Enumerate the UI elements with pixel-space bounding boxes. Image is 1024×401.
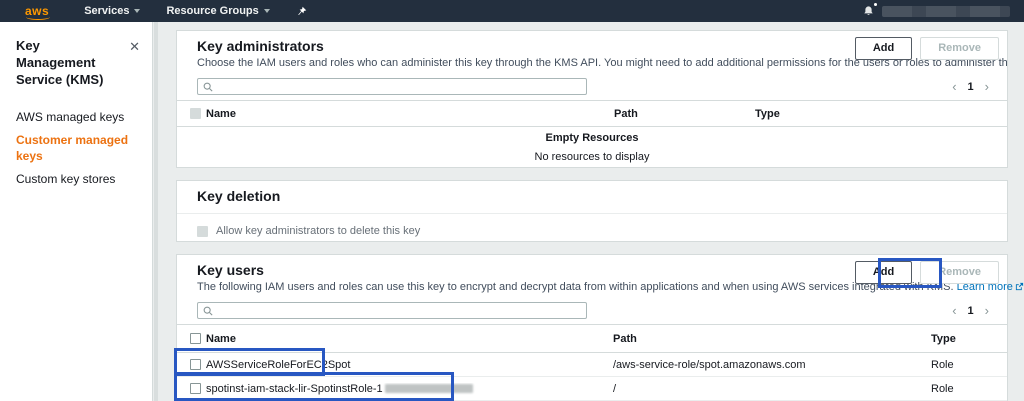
main-content: Add Remove Key administrators Choose the… xyxy=(154,22,1024,401)
column-name[interactable]: Name xyxy=(206,333,613,345)
aws-logo[interactable]: aws xyxy=(25,5,49,17)
row-name-text: spotinst-iam-stack-lir-SpotinstRole-1 xyxy=(206,383,383,395)
page-number[interactable]: 1 xyxy=(968,81,974,93)
external-link-icon xyxy=(1015,281,1024,295)
sidebar-title: Key Management Service (KMS) xyxy=(0,22,152,89)
row-path: /aws-service-role/spot.amazonaws.com xyxy=(613,359,931,371)
row-checkbox[interactable] xyxy=(190,359,201,370)
table-header: Name Path Type xyxy=(177,325,1007,353)
bell-icon[interactable] xyxy=(863,5,874,17)
page-next-icon[interactable]: › xyxy=(985,80,989,93)
chevron-down-icon xyxy=(264,9,270,13)
remove-button: Remove xyxy=(920,37,999,60)
description-text: The following IAM users and roles can us… xyxy=(197,281,954,293)
table-row[interactable]: spotinst-iam-stack-lir-SpotinstRole-1 / … xyxy=(177,377,1007,401)
notification-dot xyxy=(874,3,877,6)
sidebar-item-aws-managed-keys[interactable]: AWS managed keys xyxy=(0,106,152,130)
sidebar: Key Management Service (KMS) ✕ AWS manag… xyxy=(0,22,153,401)
row-checkbox[interactable] xyxy=(190,383,201,394)
empty-state: Empty Resources No resources to display xyxy=(177,127,1007,163)
key-deletion-panel: Key deletion Allow key administrators to… xyxy=(176,180,1008,242)
column-path[interactable]: Path xyxy=(614,108,755,120)
close-icon[interactable]: ✕ xyxy=(129,40,140,53)
add-button[interactable]: Add xyxy=(855,37,912,60)
pagination: ‹ 1 › xyxy=(952,80,989,93)
row-name: AWSServiceRoleForEC2Spot xyxy=(206,359,613,371)
key-administrators-table: Name Path Type Empty Resources No resour… xyxy=(177,100,1007,163)
select-all-checkbox[interactable] xyxy=(190,108,201,119)
page-number[interactable]: 1 xyxy=(968,305,974,317)
row-name: spotinst-iam-stack-lir-SpotinstRole-1 xyxy=(206,383,613,395)
search-input[interactable] xyxy=(217,80,581,93)
table-row[interactable]: AWSServiceRoleForEC2Spot /aws-service-ro… xyxy=(177,353,1007,377)
table-header: Name Path Type xyxy=(177,101,1007,127)
row-type: Role xyxy=(931,359,1007,371)
pushpin-icon[interactable] xyxy=(296,6,307,17)
sidebar-nav: AWS managed keys Customer managed keys C… xyxy=(0,106,152,192)
sidebar-item-customer-managed-keys[interactable]: Customer managed keys xyxy=(0,129,152,168)
top-navigation-bar: aws Services Resource Groups xyxy=(0,0,1024,22)
page-prev-icon[interactable]: ‹ xyxy=(952,80,956,93)
nav-services[interactable]: Services xyxy=(84,5,140,17)
empty-subtitle: No resources to display xyxy=(177,151,1007,163)
allow-delete-label: Allow key administrators to delete this … xyxy=(216,225,420,237)
scrollbar[interactable] xyxy=(154,22,158,401)
select-all-checkbox[interactable] xyxy=(190,333,201,344)
nav-services-label: Services xyxy=(84,5,129,17)
redacted-text xyxy=(385,384,473,393)
search-input[interactable] xyxy=(217,304,581,317)
page-next-icon[interactable]: › xyxy=(985,304,989,317)
row-path: / xyxy=(613,383,931,395)
remove-button: Remove xyxy=(920,261,999,284)
nav-right-group xyxy=(863,5,1010,17)
column-name[interactable]: Name xyxy=(206,108,614,120)
add-button[interactable]: Add xyxy=(855,261,912,284)
allow-delete-checkbox[interactable] xyxy=(197,226,208,237)
page-prev-icon[interactable]: ‹ xyxy=(952,304,956,317)
chevron-down-icon xyxy=(134,9,140,13)
search-icon xyxy=(203,306,213,316)
search-box xyxy=(197,78,587,95)
nav-resource-groups[interactable]: Resource Groups xyxy=(166,5,269,17)
column-type[interactable]: Type xyxy=(755,108,1007,120)
column-type[interactable]: Type xyxy=(931,333,1007,345)
empty-title: Empty Resources xyxy=(177,132,1007,144)
nav-resource-groups-label: Resource Groups xyxy=(166,5,258,17)
panel-title: Key deletion xyxy=(177,181,1007,205)
row-type: Role xyxy=(931,383,1007,395)
search-box xyxy=(197,302,587,319)
key-users-table: Name Path Type AWSServiceRoleForEC2Spot … xyxy=(177,324,1007,401)
pagination: ‹ 1 › xyxy=(952,304,989,317)
account-name-redacted[interactable] xyxy=(882,6,1010,17)
key-administrators-panel: Add Remove Key administrators Choose the… xyxy=(176,30,1008,168)
key-users-panel: Add Remove Key users The following IAM u… xyxy=(176,254,1008,401)
sidebar-item-custom-key-stores[interactable]: Custom key stores xyxy=(0,168,152,192)
search-icon xyxy=(203,82,213,92)
column-path[interactable]: Path xyxy=(613,333,931,345)
